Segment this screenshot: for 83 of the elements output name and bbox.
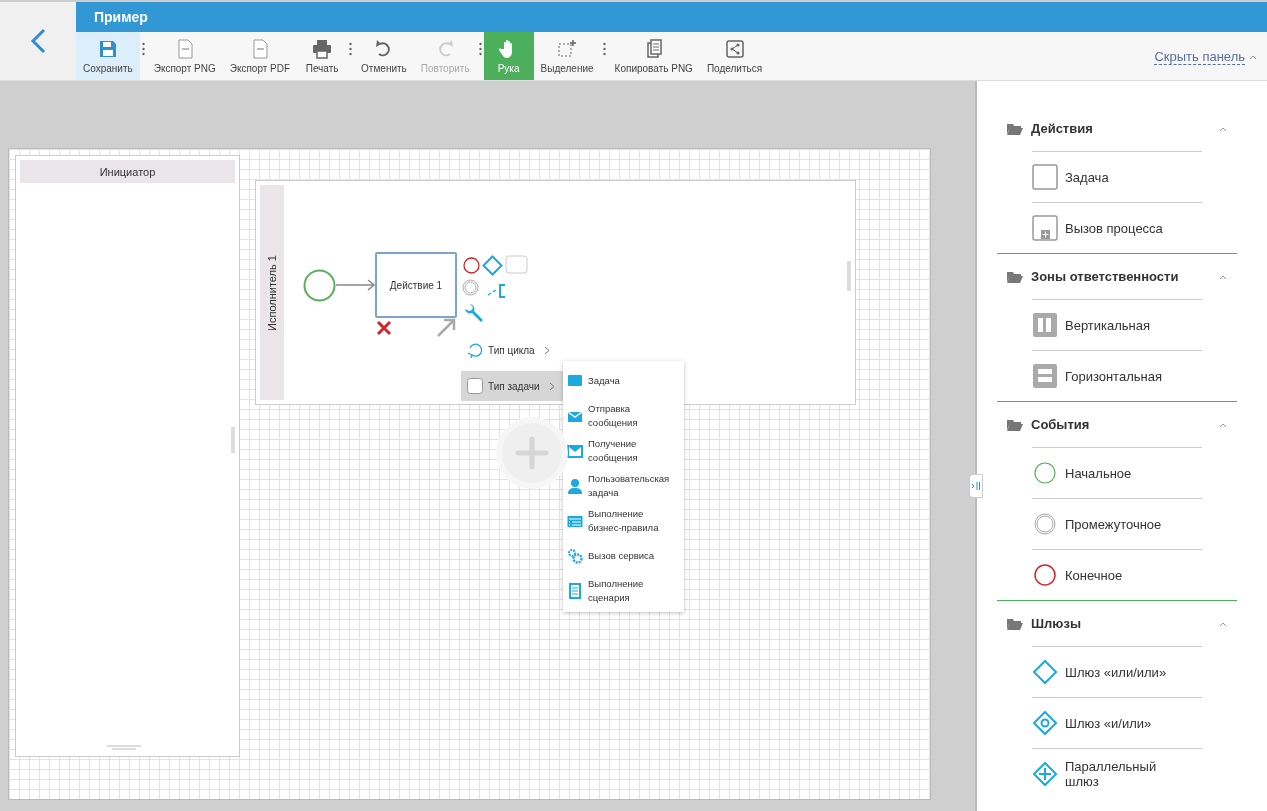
toolbar-button[interactable]: Отменить <box>354 32 414 80</box>
palette-item[interactable]: Вертикальная <box>1032 299 1202 350</box>
toolbar-button[interactable]: Копировать PNG <box>607 32 700 80</box>
envelope-icon <box>567 442 583 459</box>
loop-icon <box>467 342 483 358</box>
start-event-icon[interactable] <box>303 269 336 302</box>
task-icon[interactable] <box>505 255 528 274</box>
task-type-menu-item[interactable]: Задача <box>563 363 684 398</box>
palette-item[interactable]: Горизонтальная <box>1032 350 1202 401</box>
chevron-right-icon <box>548 381 555 391</box>
chevron-left-icon <box>30 28 46 54</box>
vertical-lanes-icon <box>1032 312 1058 338</box>
palette-item[interactable]: Конечное <box>1032 549 1202 600</box>
inclusive-gateway-icon <box>1032 710 1058 736</box>
wrench-icon[interactable] <box>462 303 484 325</box>
folder-icon <box>1007 270 1023 283</box>
diagonal-arrow-icon[interactable] <box>436 318 456 338</box>
palette-item[interactable]: Шлюз «и/или» <box>1032 697 1202 748</box>
palette-item[interactable]: Параллельный шлюз <box>1032 748 1202 799</box>
palette-item[interactable]: Начальное <box>1032 447 1202 498</box>
sequence-arrow <box>336 279 376 291</box>
section-header[interactable]: Шлюзы <box>997 601 1237 646</box>
selection-icon <box>556 38 579 59</box>
toolbar-button[interactable]: Выделение <box>533 32 601 80</box>
chevron-up-icon <box>1219 273 1227 280</box>
task-type-menu-item[interactable]: Вызов сервиса <box>563 538 684 573</box>
task-icon <box>467 378 483 394</box>
toolbar-button[interactable]: Печать <box>297 32 348 80</box>
palette-item[interactable]: Вызов процесса <box>1032 202 1202 253</box>
toolbar-button[interactable]: Сохранить <box>76 32 140 80</box>
collapse-panel-handle[interactable] <box>969 474 983 498</box>
end-event-icon <box>1032 562 1058 588</box>
horizontal-lanes-icon <box>1032 363 1058 389</box>
person-icon <box>567 477 583 494</box>
task-node[interactable]: Действие 1 <box>375 252 457 318</box>
delete-icon[interactable] <box>376 320 392 336</box>
folder-icon <box>1007 418 1023 431</box>
rectangle-icon <box>567 372 583 389</box>
end-event-icon[interactable] <box>463 257 480 274</box>
toolbar-button[interactable]: Поделиться <box>699 32 770 80</box>
context-menu-item[interactable]: Тип цикла <box>461 335 563 365</box>
section-header[interactable]: Зоны ответственности <box>997 254 1237 299</box>
square-icon <box>1032 164 1058 190</box>
printer-icon <box>311 38 334 59</box>
window-title: Пример <box>94 9 148 25</box>
parallel-gateway-icon <box>1032 761 1058 787</box>
resize-handle-icon[interactable] <box>107 745 141 750</box>
script-icon <box>567 582 583 599</box>
gears-icon <box>567 547 583 564</box>
folder-icon <box>1007 617 1023 630</box>
gateway-icon[interactable] <box>482 255 503 276</box>
section-header[interactable]: События <box>997 402 1237 447</box>
start-event-icon <box>1032 460 1058 486</box>
toolbar-button[interactable]: Экспорт PDF <box>222 32 298 80</box>
chevron-up-icon <box>1219 125 1227 132</box>
chevron-right-icon <box>543 345 550 355</box>
collapse-right-icon <box>971 481 981 491</box>
subprocess-icon <box>1032 215 1058 241</box>
chevron-up-icon <box>1249 54 1257 60</box>
resize-handle-icon[interactable] <box>231 427 235 453</box>
task-type-menu-item[interactable]: Отправка сообщения <box>563 398 684 433</box>
share-icon <box>723 38 746 59</box>
palette-item[interactable]: Шлюз «или/или» <box>1032 646 1202 697</box>
palette-item[interactable]: Задача <box>1032 151 1202 202</box>
plus-icon <box>515 436 549 470</box>
gateway-icon <box>1032 659 1058 685</box>
lane-header: Исполнитель 1 <box>260 185 284 400</box>
intermediate-event-icon[interactable] <box>462 279 479 296</box>
task-type-menu-item[interactable]: Пользовательская задача <box>563 468 684 503</box>
pool-header: Инициатор <box>20 160 235 183</box>
resize-handle-icon[interactable] <box>847 261 851 291</box>
chevron-up-icon <box>1219 620 1227 627</box>
task-type-menu-item[interactable]: Выполнение бизнес-правила <box>563 503 684 538</box>
chevron-up-icon <box>1219 421 1227 428</box>
context-menu-item[interactable]: Тип задачи <box>461 371 563 401</box>
section-header[interactable]: Действия <box>997 106 1237 151</box>
toolbar-button[interactable]: Экспорт PNG <box>146 32 223 80</box>
annotation-icon[interactable] <box>487 283 507 299</box>
hide-panel-link[interactable]: Скрыть панель <box>1154 49 1257 65</box>
folder-icon <box>1007 122 1023 135</box>
task-type-menu-item[interactable]: Выполнение сценария <box>563 573 684 608</box>
palette-item[interactable]: Промежуточное <box>1032 498 1202 549</box>
intermediate-event-icon <box>1032 511 1058 537</box>
